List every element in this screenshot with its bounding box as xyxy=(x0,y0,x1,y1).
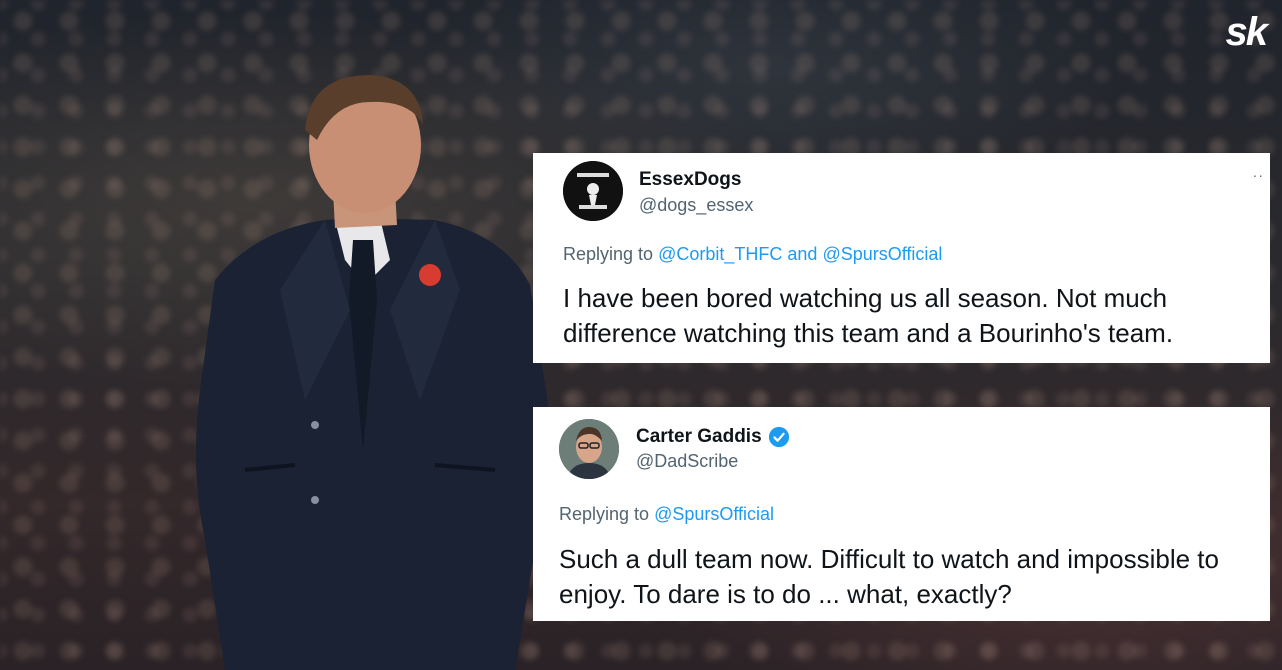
replying-to-line: Replying to @Corbit_THFC and @SpursOffic… xyxy=(563,244,942,265)
mention-link[interactable]: @Corbit_THFC xyxy=(658,244,782,264)
avatar[interactable] xyxy=(563,161,623,221)
mention-link[interactable]: @SpursOfficial xyxy=(654,504,774,524)
tweet-text: Such a dull team now. Difficult to watch… xyxy=(559,544,1219,609)
display-name[interactable]: EssexDogs xyxy=(639,169,741,191)
more-options-icon[interactable]: ·· xyxy=(1253,167,1264,183)
mention-joiner: and xyxy=(787,244,818,264)
profile-photo-icon xyxy=(559,419,619,479)
user-handle[interactable]: @DadScribe xyxy=(636,451,738,472)
tweet-text: I have been bored watching us all season… xyxy=(563,283,1174,348)
sportskeeda-logo: sk xyxy=(1225,10,1268,54)
replying-to-line: Replying to @SpursOfficial xyxy=(559,504,774,525)
manager-photo xyxy=(196,75,556,670)
replying-prefix: Replying to xyxy=(563,244,654,264)
verified-badge-icon xyxy=(768,426,789,448)
spurs-crest-icon xyxy=(563,161,623,221)
avatar[interactable] xyxy=(559,419,619,479)
tweet-card-carter-gaddis[interactable]: Carter Gaddis @DadScribe Replying to @Sp… xyxy=(533,407,1270,621)
replying-prefix: Replying to xyxy=(559,504,650,524)
tweet-card-essexdogs[interactable]: EssexDogs @dogs_essex ·· Replying to @Co… xyxy=(533,153,1270,363)
display-name[interactable]: Carter Gaddis xyxy=(636,426,790,448)
display-name-text[interactable]: Carter Gaddis xyxy=(636,426,762,448)
user-handle[interactable]: @dogs_essex xyxy=(639,195,753,216)
mention-link[interactable]: @SpursOfficial xyxy=(822,244,942,264)
